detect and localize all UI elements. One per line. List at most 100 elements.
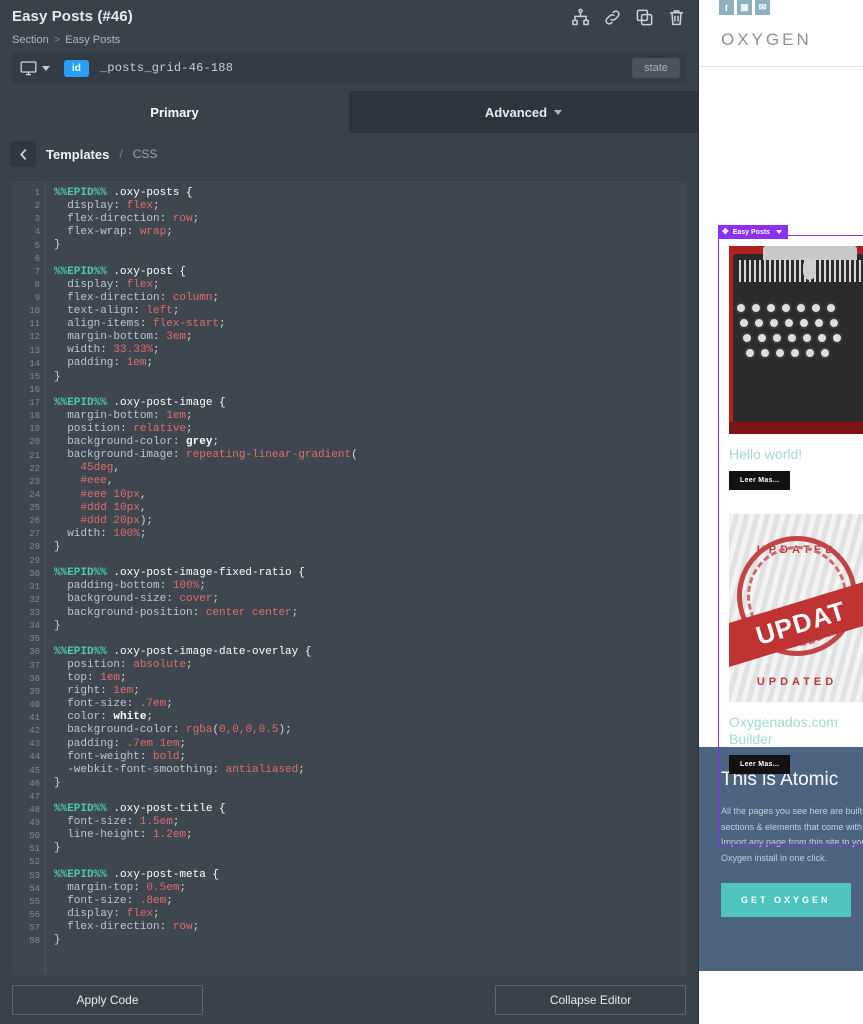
easy-posts-container[interactable]: Hello world! Leer Mas... UPDATED UPDAT U… — [718, 235, 863, 845]
subbar-crumb-templates[interactable]: Templates — [46, 147, 109, 162]
code-line[interactable]: background-color: grey; — [54, 436, 686, 449]
post-title[interactable]: Hello world! — [729, 446, 863, 463]
breadcrumb-parent[interactable]: Section — [12, 34, 49, 46]
code-line[interactable]: } — [54, 842, 686, 855]
code-line[interactable]: top: 1em; — [54, 672, 686, 685]
code-line[interactable] — [54, 790, 686, 803]
breadcrumb-current[interactable]: Easy Posts — [65, 34, 120, 46]
code-line[interactable] — [54, 253, 686, 266]
code-line[interactable]: position: relative; — [54, 423, 686, 436]
facebook-icon[interactable]: f — [719, 0, 734, 15]
post-featured-image[interactable]: UPDATED UPDAT UPDATED — [729, 514, 863, 702]
sitemap-icon[interactable] — [571, 8, 590, 27]
code-line[interactable]: position: absolute; — [54, 659, 686, 672]
code-line[interactable]: flex-wrap: wrap; — [54, 226, 686, 239]
code-line[interactable]: flex-direction: row; — [54, 921, 686, 934]
trash-icon[interactable] — [667, 8, 686, 27]
code-line[interactable]: %%EPID%% .oxy-posts { — [54, 187, 686, 200]
code-line[interactable]: %%EPID%% .oxy-post-image-date-overlay { — [54, 646, 686, 659]
line-number: 51 — [12, 843, 45, 856]
line-number: 27 — [12, 528, 45, 541]
code-line[interactable]: text-align: left; — [54, 305, 686, 318]
code-line[interactable]: display: flex; — [54, 200, 686, 213]
post-featured-image[interactable] — [729, 246, 863, 434]
code-line[interactable]: color: white; — [54, 711, 686, 724]
site-logo[interactable]: OXYGEN — [699, 16, 863, 50]
css-code-editor[interactable]: 1234567891011121314151617181920212223242… — [12, 181, 686, 975]
code-line[interactable]: -webkit-font-smoothing: antialiased; — [54, 764, 686, 777]
code-line[interactable]: 45deg, — [54, 462, 686, 475]
code-line[interactable]: #eee, — [54, 475, 686, 488]
code-line[interactable]: display: flex; — [54, 279, 686, 292]
post-item[interactable]: UPDATED UPDAT UPDATED Oxygenados.com Bui… — [729, 514, 863, 775]
code-line[interactable]: right: 1em; — [54, 685, 686, 698]
state-button[interactable]: state — [632, 58, 680, 78]
code-line[interactable]: #ddd 20px); — [54, 515, 686, 528]
code-token: : — [140, 829, 153, 841]
code-line[interactable]: margin-bottom: 3em; — [54, 331, 686, 344]
code-line[interactable]: display: flex; — [54, 908, 686, 921]
code-token: #eee — [54, 475, 107, 487]
selector-id-value[interactable]: _posts_grid-46-188 — [100, 61, 632, 75]
code-line[interactable]: } — [54, 777, 686, 790]
code-line[interactable] — [54, 856, 686, 869]
code-line[interactable] — [54, 384, 686, 397]
back-button[interactable] — [10, 141, 36, 167]
code-line[interactable]: } — [54, 239, 686, 252]
code-line[interactable]: padding: 1em; — [54, 357, 686, 370]
code-line[interactable]: background-position: center center; — [54, 607, 686, 620]
code-line[interactable]: flex-direction: column; — [54, 292, 686, 305]
code-line[interactable]: margin-top: 0.5em; — [54, 882, 686, 895]
subbar-crumb-css[interactable]: CSS — [133, 147, 158, 161]
duplicate-icon[interactable] — [635, 8, 654, 27]
move-icon[interactable]: ✥ — [722, 228, 729, 236]
post-item[interactable]: Hello world! Leer Mas... — [729, 246, 863, 490]
code-token: padding-bottom — [54, 580, 160, 592]
tab-advanced[interactable]: Advanced — [349, 91, 698, 133]
collapse-editor-button[interactable]: Collapse Editor — [495, 985, 686, 1015]
code-line[interactable]: margin-bottom: 1em; — [54, 410, 686, 423]
tab-primary[interactable]: Primary — [0, 91, 349, 133]
device-selector[interactable] — [20, 61, 50, 76]
code-line[interactable]: font-size: .7em; — [54, 698, 686, 711]
chevron-down-icon[interactable] — [776, 230, 782, 234]
instagram-icon[interactable]: ▣ — [737, 0, 752, 15]
code-line[interactable]: #eee 10px, — [54, 489, 686, 502]
code-line[interactable] — [54, 554, 686, 567]
code-line[interactable]: align-items: flex-start; — [54, 318, 686, 331]
apply-code-button[interactable]: Apply Code — [12, 985, 203, 1015]
site-preview-canvas[interactable]: f ▣ ✉ OXYGEN ✥ Easy Posts — [698, 0, 863, 1024]
code-line[interactable]: padding: .7em 1em; — [54, 738, 686, 751]
code-line[interactable]: background-size: cover; — [54, 593, 686, 606]
link-icon[interactable] — [603, 8, 622, 27]
code-line[interactable]: font-size: 1.5em; — [54, 816, 686, 829]
code-line[interactable]: %%EPID%% .oxy-post-title { — [54, 803, 686, 816]
code-line[interactable]: padding-bottom: 100%; — [54, 580, 686, 593]
code-line[interactable]: font-weight: bold; — [54, 751, 686, 764]
code-line[interactable]: width: 33.33%; — [54, 344, 686, 357]
code-line[interactable]: line-height: 1.2em; — [54, 829, 686, 842]
code-line[interactable]: width: 100%; — [54, 528, 686, 541]
id-pill-badge[interactable]: id — [64, 60, 89, 77]
code-text-area[interactable]: %%EPID%% .oxy-posts { display: flex; fle… — [46, 181, 686, 975]
code-line[interactable]: %%EPID%% .oxy-post-meta { — [54, 869, 686, 882]
code-line[interactable]: font-size: .8em; — [54, 895, 686, 908]
post-title[interactable]: Oxygenados.com Builder — [729, 714, 863, 748]
code-line[interactable] — [54, 633, 686, 646]
code-line[interactable]: } — [54, 620, 686, 633]
code-line[interactable]: } — [54, 371, 686, 384]
code-line[interactable]: } — [54, 541, 686, 554]
code-line[interactable]: %%EPID%% .oxy-post { — [54, 266, 686, 279]
post-read-more-button[interactable]: Leer Mas... — [729, 471, 790, 490]
code-line[interactable]: %%EPID%% .oxy-post-image-fixed-ratio { — [54, 567, 686, 580]
twitter-icon[interactable]: ✉ — [755, 0, 770, 15]
code-line[interactable]: background-color: rgba(0,0,0,0.5); — [54, 724, 686, 737]
code-line[interactable]: #ddd 10px, — [54, 502, 686, 515]
code-line[interactable]: flex-direction: row; — [54, 213, 686, 226]
easy-posts-component-badge[interactable]: ✥ Easy Posts — [718, 225, 788, 239]
get-oxygen-button[interactable]: GET OXYGEN — [721, 883, 851, 917]
post-read-more-button[interactable]: Leer Mas... — [729, 755, 790, 774]
code-line[interactable]: background-image: repeating-linear-gradi… — [54, 449, 686, 462]
code-line[interactable]: %%EPID%% .oxy-post-image { — [54, 397, 686, 410]
code-line[interactable]: } — [54, 934, 686, 947]
